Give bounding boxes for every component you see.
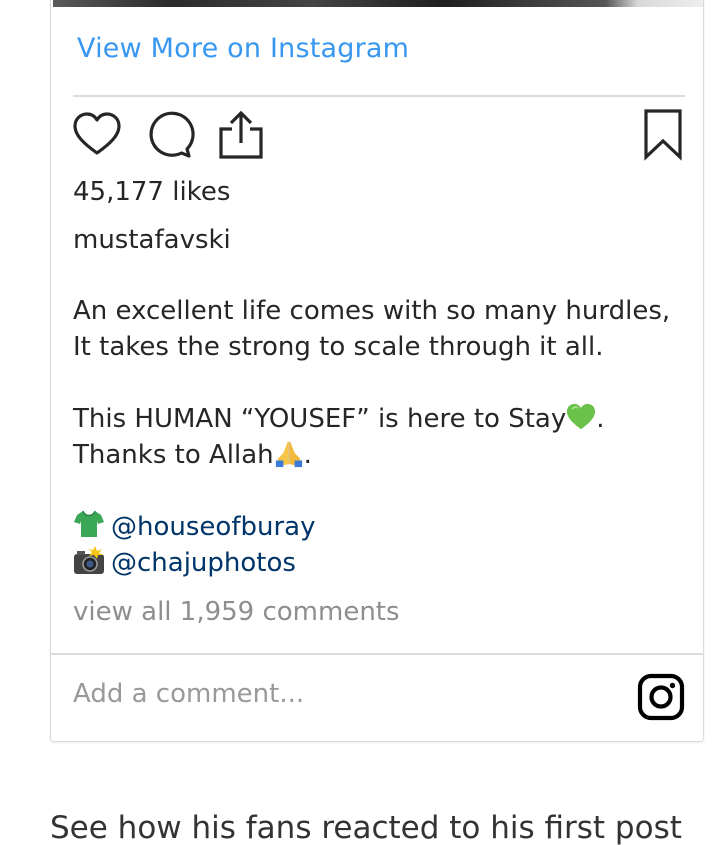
caption-line: An excellent life comes with so many hur…	[73, 296, 671, 326]
divider	[73, 95, 685, 97]
comment-icon[interactable]	[143, 109, 195, 161]
post-image[interactable]	[53, 0, 703, 7]
green-heart-emoji-icon	[567, 403, 596, 430]
heart-icon[interactable]	[71, 109, 123, 161]
caption-line: It takes the strong to scale through it …	[73, 332, 604, 362]
divider	[51, 653, 703, 655]
caption-line: Thanks to Allah.	[73, 440, 312, 470]
bookmark-icon[interactable]	[637, 109, 689, 161]
likes-count[interactable]: 45,177 likes	[73, 177, 230, 207]
caption-line: This HUMAN “YOUSEF” is here to Stay.	[73, 403, 605, 434]
praying-hands-emoji-icon	[275, 440, 302, 468]
tshirt-emoji-icon	[74, 510, 104, 537]
add-comment-input[interactable]	[73, 679, 613, 709]
action-bar	[71, 109, 687, 163]
share-icon[interactable]	[215, 109, 267, 161]
credit-line: @chajuphotos	[73, 545, 685, 581]
credit-line: @houseofburay	[73, 509, 685, 545]
section-subheading: See how his fans reacted to his first po…	[50, 810, 682, 845]
instagram-embed-card: View More on Instagram 45,177 likes must…	[50, 0, 704, 742]
instagram-logo-icon[interactable]	[637, 673, 685, 721]
page: View More on Instagram 45,177 likes must…	[0, 0, 720, 845]
post-username[interactable]: mustafavski	[73, 225, 231, 255]
post-caption: An excellent life comes with so many hur…	[73, 293, 685, 581]
camera-flash-emoji-icon	[74, 546, 104, 574]
mention-link[interactable]: @houseofburay	[111, 512, 315, 542]
mention-link[interactable]: @chajuphotos	[111, 548, 296, 578]
view-all-comments-link[interactable]: view all 1,959 comments	[73, 597, 400, 627]
view-more-link[interactable]: View More on Instagram	[77, 33, 409, 64]
